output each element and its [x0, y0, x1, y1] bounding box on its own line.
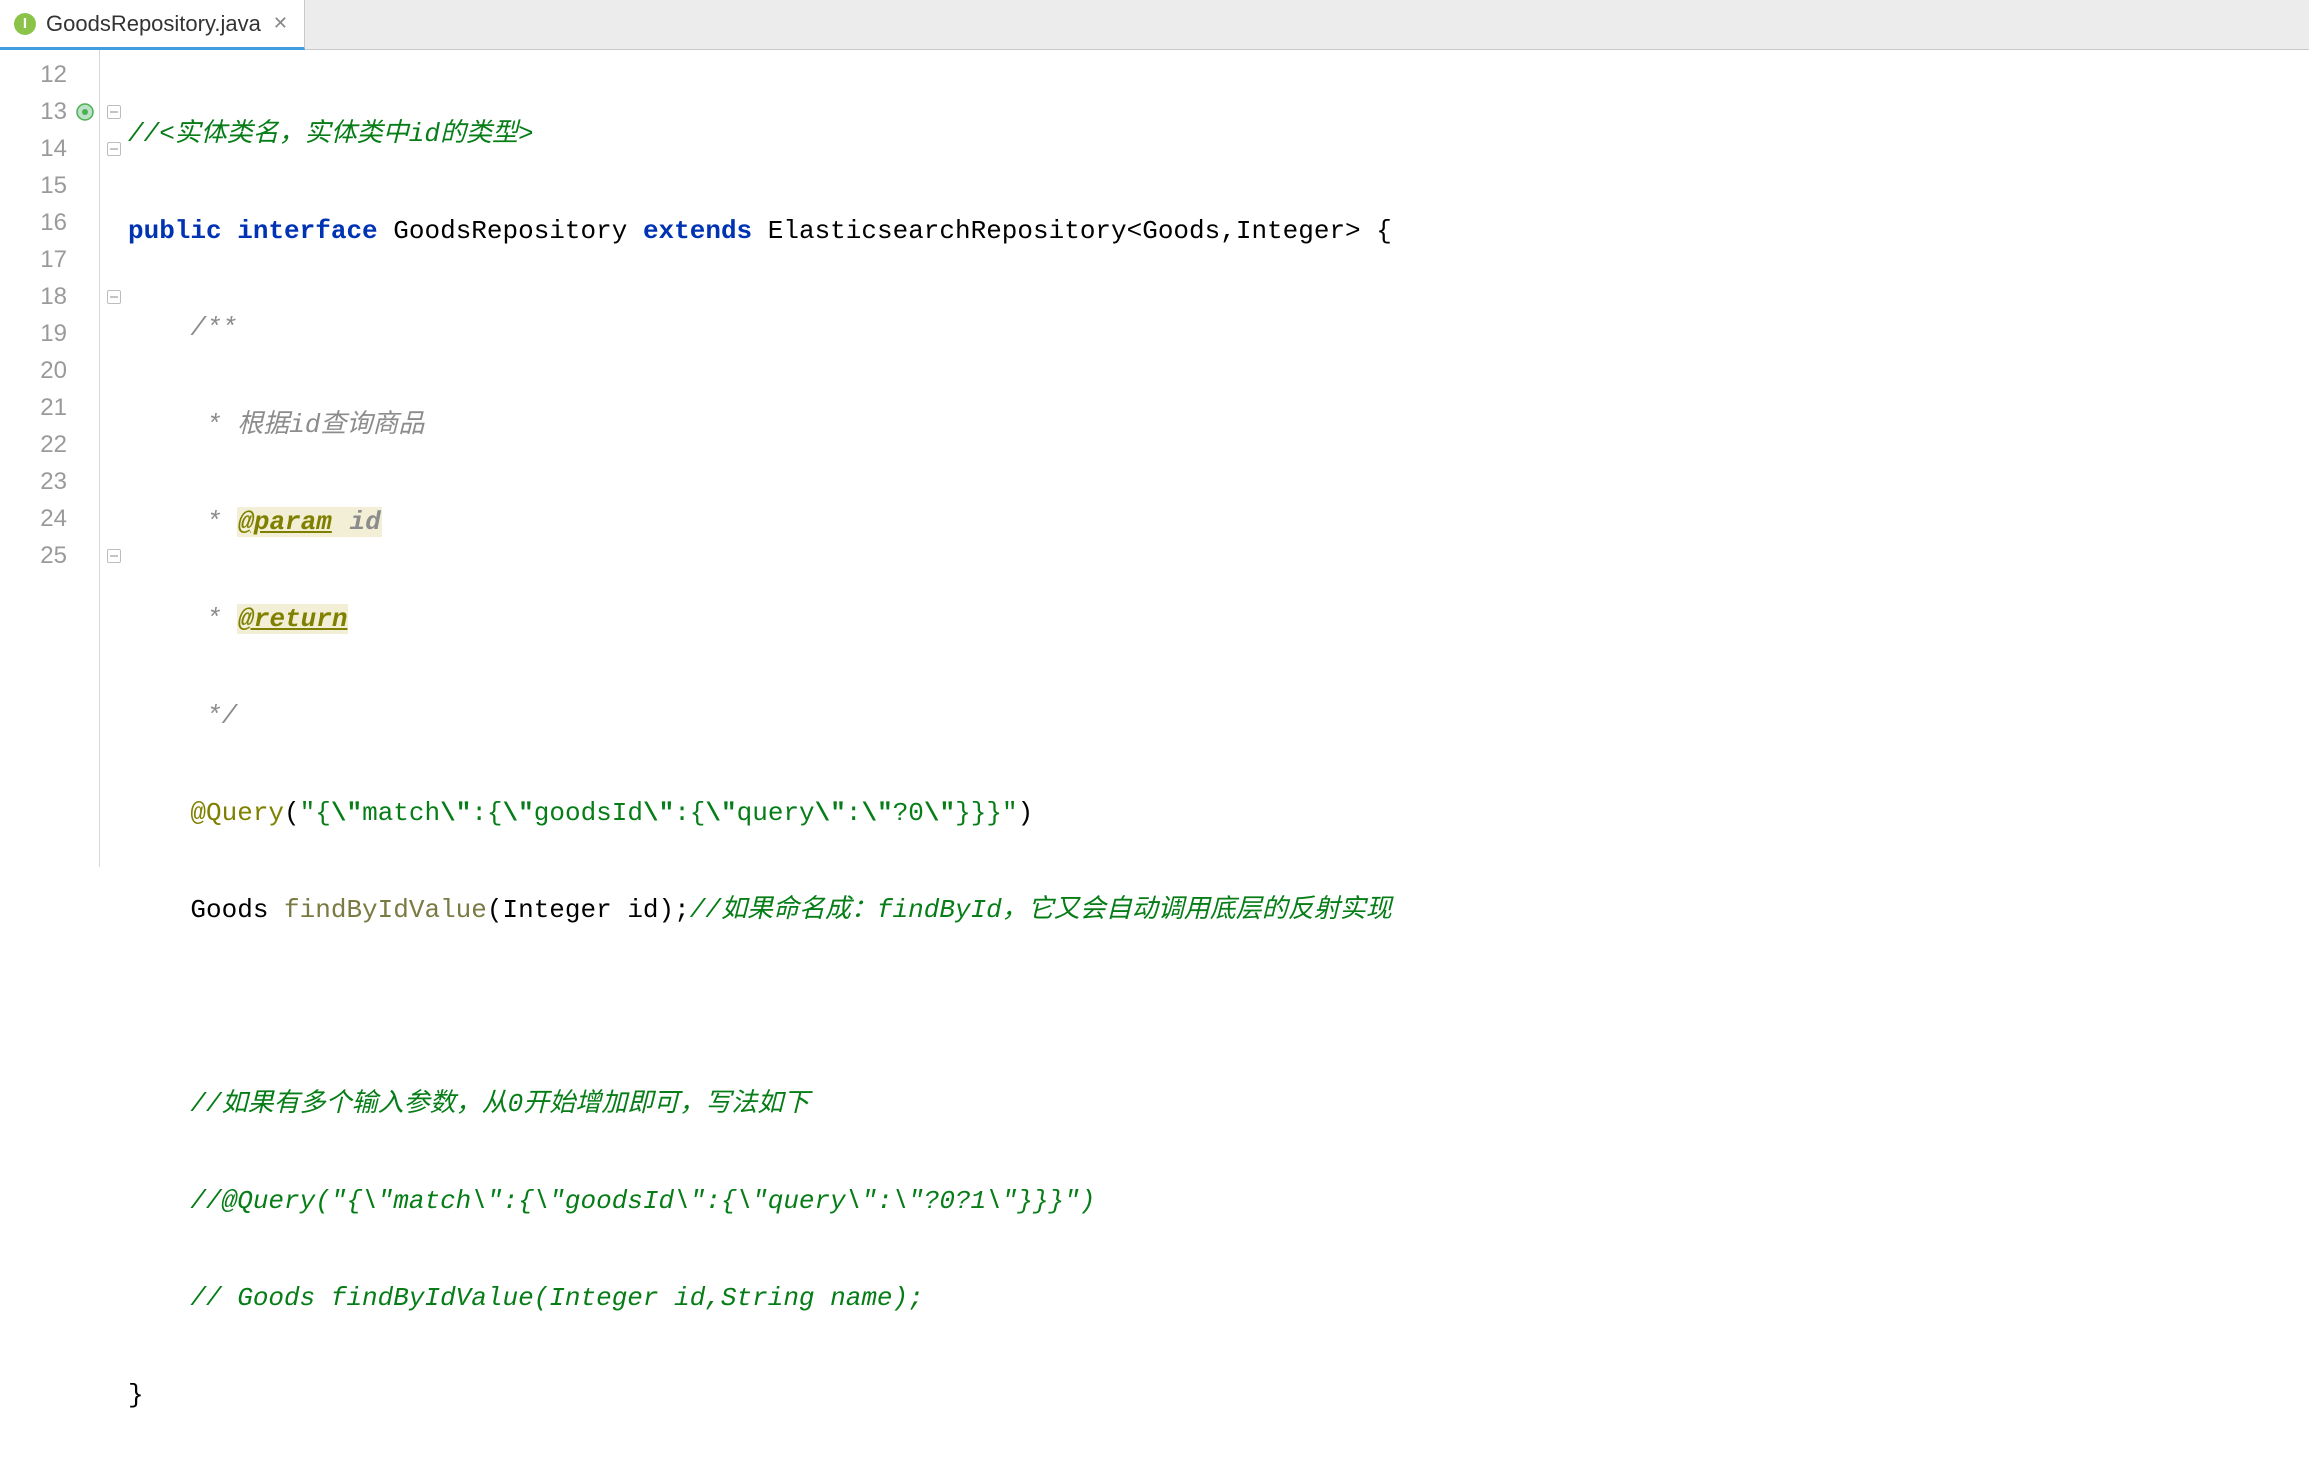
line-number: 24 — [0, 500, 99, 537]
annotation-query: @Query — [190, 798, 284, 828]
fold-marker-placeholder — [100, 426, 128, 463]
string-esc: \" — [440, 798, 471, 828]
editor-tab[interactable]: I GoodsRepository.java ✕ — [0, 0, 305, 50]
string-esc: \" — [924, 798, 955, 828]
line-number: 21 — [0, 389, 99, 426]
line-number: 25 — [0, 537, 99, 574]
string-literal: ?0 — [893, 798, 924, 828]
string-literal: : — [846, 798, 862, 828]
fold-marker-placeholder — [100, 167, 128, 204]
comment-text: //如果有多个输入参数，从0开始增加即可，写法如下 — [190, 1089, 809, 1119]
string-esc: \" — [861, 798, 892, 828]
line-number: 19 — [0, 315, 99, 352]
javadoc-line: * — [190, 507, 237, 537]
return-type: Goods — [190, 895, 284, 925]
fold-marker-open[interactable] — [100, 130, 128, 167]
paren-open: ( — [284, 798, 300, 828]
line-number: 20 — [0, 352, 99, 389]
line-number: 16 — [0, 204, 99, 241]
string-esc: \" — [705, 798, 736, 828]
line-number: 15 — [0, 167, 99, 204]
line-number: 22 — [0, 426, 99, 463]
line-number: 13 — [0, 93, 99, 130]
keyword-interface: interface — [237, 216, 377, 246]
string-esc: \" — [503, 798, 534, 828]
fold-column — [100, 50, 128, 867]
line-number: 18 — [0, 278, 99, 315]
interface-file-icon: I — [14, 13, 36, 35]
fold-marker-placeholder — [100, 241, 128, 278]
line-number: 23 — [0, 463, 99, 500]
fold-marker-close[interactable] — [100, 537, 128, 574]
line-number: 17 — [0, 241, 99, 278]
string-esc: \" — [331, 798, 362, 828]
implemented-interface-icon[interactable] — [75, 102, 95, 122]
javadoc-line: * — [190, 604, 237, 634]
fold-marker-placeholder — [100, 463, 128, 500]
string-literal: goodsId — [534, 798, 643, 828]
method-name: findByIdValue — [284, 895, 487, 925]
line-number: 12 — [0, 56, 99, 93]
string-literal: :{ — [674, 798, 705, 828]
line-number: 14 — [0, 130, 99, 167]
comment-text: // Goods findByIdValue(Integer id,String… — [190, 1283, 923, 1313]
comment-text: //如果命名成：findById，它又会自动调用底层的反射实现 — [690, 895, 1392, 925]
keyword-public: public — [128, 216, 222, 246]
fold-marker-placeholder — [100, 56, 128, 93]
string-literal: :{ — [471, 798, 502, 828]
line-number-gutter: 12 13 14 15 16 17 18 19 20 21 22 23 24 2… — [0, 50, 100, 867]
method-params: (Integer id); — [487, 895, 690, 925]
tab-title: GoodsRepository.java — [46, 11, 261, 37]
brace-close: } — [128, 1380, 144, 1410]
string-esc: \" — [815, 798, 846, 828]
javadoc-open: /** — [190, 313, 237, 343]
javadoc-return-tag: @return — [237, 604, 348, 634]
javadoc-param-name: id — [333, 507, 382, 537]
paren-close: ) — [1018, 798, 1034, 828]
comment-text: //@Query("{\"match\":{\"goodsId\":{\"que… — [190, 1186, 1095, 1216]
fold-marker-placeholder — [100, 204, 128, 241]
fold-marker-placeholder — [100, 389, 128, 426]
code-area[interactable]: //<实体类名，实体类中id的类型> public interface Good… — [128, 50, 2309, 867]
keyword-extends: extends — [643, 216, 752, 246]
type-name: GoodsRepository — [393, 216, 627, 246]
tab-bar: I GoodsRepository.java ✕ — [0, 0, 2309, 50]
fold-marker-open[interactable] — [100, 93, 128, 130]
close-icon[interactable]: ✕ — [271, 13, 290, 34]
string-literal: query — [737, 798, 815, 828]
parent-type: ElasticsearchRepository<Goods,Integer> { — [768, 216, 1392, 246]
fold-marker-placeholder — [100, 352, 128, 389]
fold-marker-placeholder — [100, 500, 128, 537]
javadoc-param-tag: @param — [237, 507, 333, 537]
fold-marker-close[interactable] — [100, 278, 128, 315]
string-literal: "{ — [300, 798, 331, 828]
string-esc: \" — [643, 798, 674, 828]
string-literal: }}}" — [955, 798, 1017, 828]
string-literal: match — [362, 798, 440, 828]
comment-text: //<实体类名，实体类中id的类型> — [128, 119, 534, 149]
javadoc-desc: * 根据id查询商品 — [190, 410, 424, 440]
fold-marker-placeholder — [100, 315, 128, 352]
javadoc-close: */ — [190, 701, 237, 731]
code-editor[interactable]: 12 13 14 15 16 17 18 19 20 21 22 23 24 2… — [0, 50, 2309, 867]
